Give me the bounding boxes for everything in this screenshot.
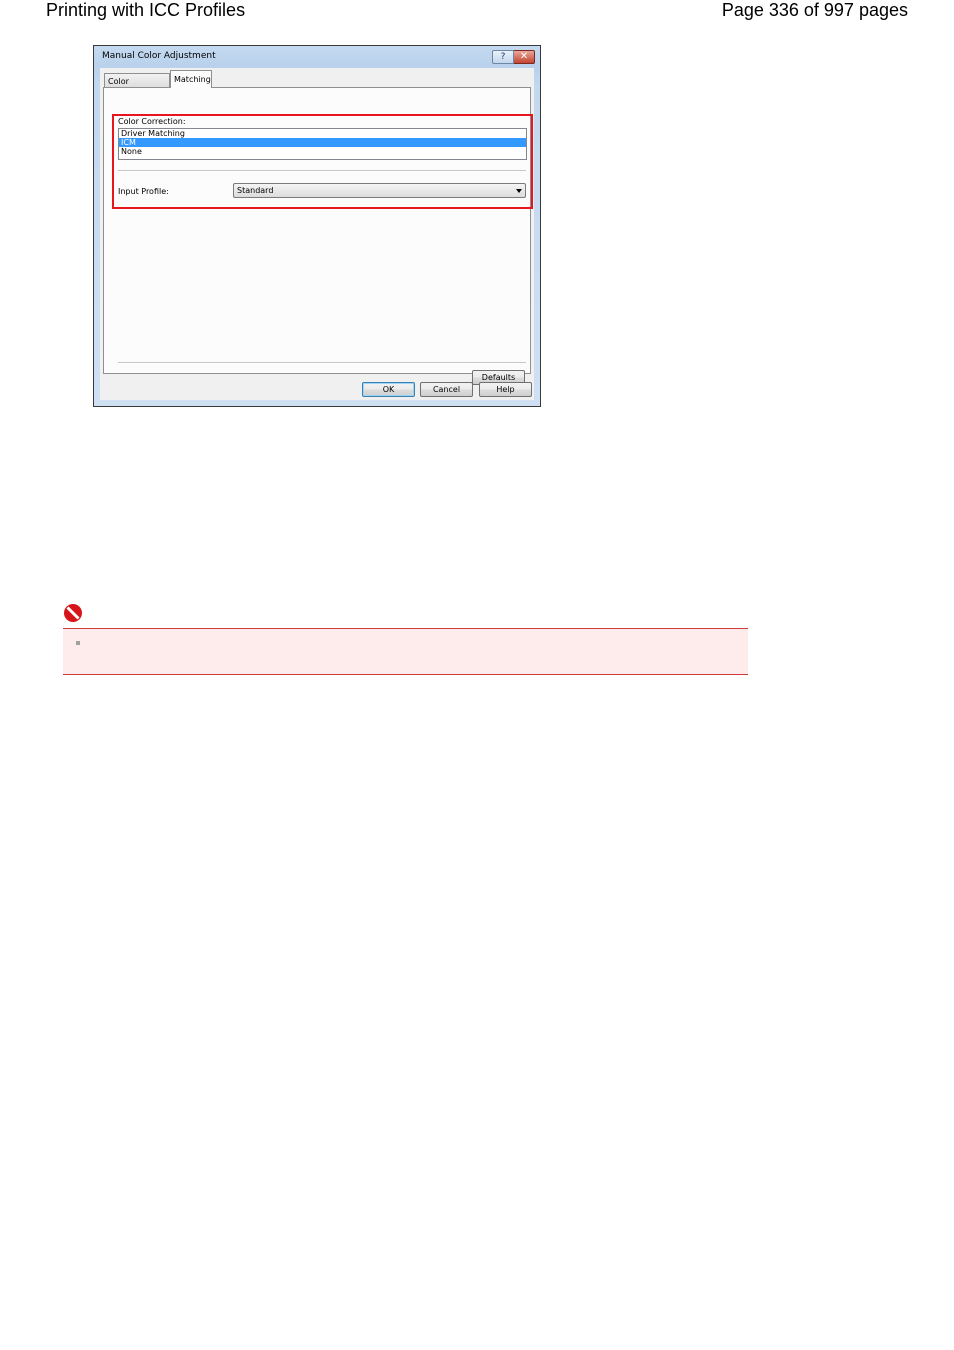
list-item-driver-matching[interactable]: Driver Matching	[119, 129, 526, 138]
color-correction-label: Color Correction:	[118, 117, 186, 126]
prohibit-icon	[64, 604, 82, 622]
color-correction-listbox[interactable]: Driver Matching ICM None	[118, 128, 527, 160]
manual-color-adjustment-dialog: Manual Color Adjustment ? ✕ Color Adjust…	[93, 45, 541, 407]
chevron-down-icon	[516, 189, 522, 193]
list-item-icm[interactable]: ICM	[119, 138, 526, 147]
titlebar-buttons: ? ✕	[492, 50, 535, 64]
close-icon[interactable]: ✕	[514, 50, 535, 64]
input-profile-value: Standard	[237, 186, 274, 195]
tab-matching[interactable]: Matching	[170, 70, 212, 88]
page-number: Page 336 of 997 pages	[721, 0, 908, 20]
separator	[118, 362, 526, 364]
matching-tab-panel: Color Correction: Driver Matching ICM No…	[103, 87, 533, 385]
tab-color-adjustment[interactable]: Color Adjustment	[104, 73, 170, 101]
page: Printing with ICC Profiles Page 336 of 9…	[0, 0, 954, 1350]
input-profile-label: Input Profile:	[118, 187, 169, 196]
list-item-none[interactable]: None	[119, 147, 526, 156]
dialog-titlebar: Manual Color Adjustment ? ✕	[94, 46, 540, 66]
help-icon[interactable]: ?	[492, 50, 514, 64]
dialog-title: Manual Color Adjustment	[102, 51, 216, 61]
dialog-client-area: Color Adjustment Matching Color Correcti…	[100, 68, 534, 400]
important-note-box	[63, 628, 748, 675]
page-title: Printing with ICC Profiles	[46, 0, 246, 20]
help-button[interactable]: Help	[479, 382, 532, 397]
input-profile-select[interactable]: Standard	[233, 183, 526, 198]
separator	[118, 170, 526, 172]
ok-button[interactable]: OK	[362, 382, 415, 397]
cancel-button[interactable]: Cancel	[420, 382, 473, 397]
bullet-icon	[76, 641, 80, 645]
